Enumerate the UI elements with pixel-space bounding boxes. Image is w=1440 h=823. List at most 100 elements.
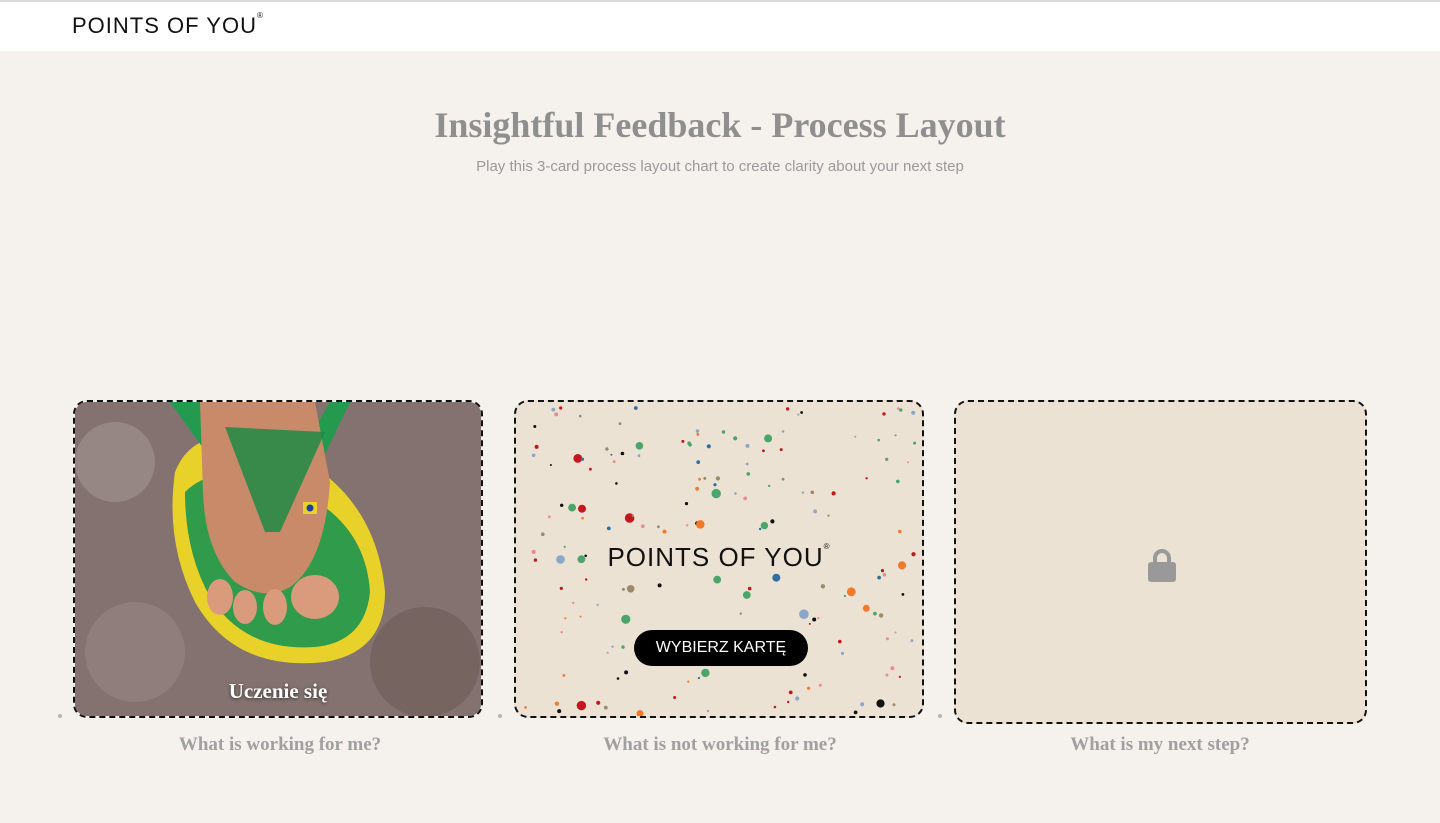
confetti-dot <box>541 532 545 536</box>
confetti-dot <box>562 674 566 677</box>
confetti-dot <box>560 503 564 507</box>
confetti-dot <box>673 696 677 699</box>
confetti-dot <box>721 430 726 434</box>
confetti-dot <box>559 406 563 410</box>
confetti-dot <box>803 673 807 677</box>
confetti-dot <box>894 434 897 437</box>
confetti-dot <box>706 444 711 449</box>
confetti-dot <box>573 454 583 463</box>
confetti-dot <box>773 705 777 709</box>
confetti-dot <box>524 706 527 709</box>
confetti-dot <box>697 676 700 680</box>
confetti-dot <box>580 457 585 461</box>
confetti-dot <box>896 407 900 410</box>
confetti-dot <box>838 639 842 644</box>
confetti-dot <box>743 496 748 501</box>
confetti-dot <box>770 519 775 524</box>
card-slot-2[interactable]: POINTS OF YOU® WYBIERZ KARTĘ <box>514 400 924 718</box>
confetti-dot <box>877 575 881 580</box>
confetti-dot <box>808 622 811 625</box>
lock-icon <box>1148 549 1176 582</box>
confetti-dot <box>827 514 830 517</box>
confetti-dot <box>734 492 737 495</box>
confetti-dot <box>557 709 562 714</box>
confetti-dot <box>846 587 856 597</box>
confetti-dot <box>896 479 900 484</box>
confetti-dot <box>618 422 622 425</box>
deck-logo-text: POINTS OF YOU <box>607 542 824 572</box>
confetti-dot <box>762 449 765 453</box>
card-photo-flipflop <box>75 402 481 716</box>
confetti-dot <box>696 520 705 529</box>
brand-logo[interactable]: POINTS OF YOU® <box>72 11 264 39</box>
confetti-dot <box>549 464 552 466</box>
confetti-dot <box>657 583 662 588</box>
slot-label-1: What is working for me? <box>178 734 382 755</box>
confetti-dot <box>657 525 660 529</box>
title-section: Insightful Feedback - Process Layout Pla… <box>0 104 1440 175</box>
confetti-dot <box>572 601 575 605</box>
confetti-dot <box>910 639 914 643</box>
confetti-dot <box>785 407 790 411</box>
confetti-dot <box>840 651 845 655</box>
confetti-dot <box>576 700 587 711</box>
confetti-dot <box>624 670 629 675</box>
confetti-dot <box>610 453 613 456</box>
confetti-dot <box>637 454 641 458</box>
confetti-dot <box>621 587 625 591</box>
confetti-dot <box>810 490 815 495</box>
divider-dot <box>498 714 502 718</box>
confetti-dot <box>531 453 536 458</box>
confetti-dot <box>687 680 690 683</box>
confetti-dot <box>795 696 800 701</box>
confetti-dot <box>797 413 800 416</box>
confetti-dot <box>624 513 635 523</box>
confetti-dot <box>862 604 870 612</box>
page-title: Insightful Feedback - Process Layout <box>434 105 1006 145</box>
confetti-dot <box>758 527 762 531</box>
pick-card-button[interactable]: WYBIERZ KARTĘ <box>634 630 808 666</box>
confetti-dot <box>615 482 618 485</box>
confetti-dot <box>768 484 771 488</box>
confetti-dot <box>713 483 717 487</box>
confetti-dot <box>885 673 889 677</box>
site-header: POINTS OF YOU® <box>0 2 1440 51</box>
confetti-dot <box>636 710 644 716</box>
confetti-dot <box>715 476 720 481</box>
confetti-dot <box>807 686 811 690</box>
confetti-dot <box>779 448 783 452</box>
confetti-dot <box>621 645 625 649</box>
confetti-dot <box>876 699 885 708</box>
slot-label-3: What is my next step? <box>1070 734 1250 755</box>
divider-dot <box>938 714 942 718</box>
confetti-dot <box>831 491 836 496</box>
confetti-dot <box>739 612 742 615</box>
confetti-dot <box>684 502 689 506</box>
confetti-dot <box>695 429 700 433</box>
confetti-dot <box>578 504 586 513</box>
card-slot-1[interactable]: Uczenie się <box>73 400 483 718</box>
confetti-dot <box>800 411 803 414</box>
confetti-dot <box>799 609 809 619</box>
deck-logo: POINTS OF YOU® <box>516 542 922 573</box>
confetti-dot <box>892 703 896 707</box>
confetti-dot <box>626 585 635 593</box>
confetti-dot <box>878 613 884 618</box>
confetti-dot <box>551 407 556 412</box>
confetti-dot <box>894 631 897 634</box>
confetti-dot <box>554 412 559 417</box>
card-slot-3 <box>954 400 1367 724</box>
confetti-dot <box>853 710 858 715</box>
registered-mark: ® <box>256 11 264 20</box>
confetti-dot <box>733 436 738 441</box>
confetti-dot <box>606 526 611 531</box>
confetti-dot <box>612 460 616 464</box>
confetti-dot <box>564 617 567 620</box>
confetti-dot <box>813 509 817 514</box>
confetti-dot <box>742 591 751 599</box>
confetti-dot <box>560 631 563 634</box>
confetti-dot <box>911 410 916 415</box>
confetti-dot <box>579 615 582 618</box>
divider-dot <box>58 714 62 718</box>
confetti-dot <box>589 467 592 471</box>
